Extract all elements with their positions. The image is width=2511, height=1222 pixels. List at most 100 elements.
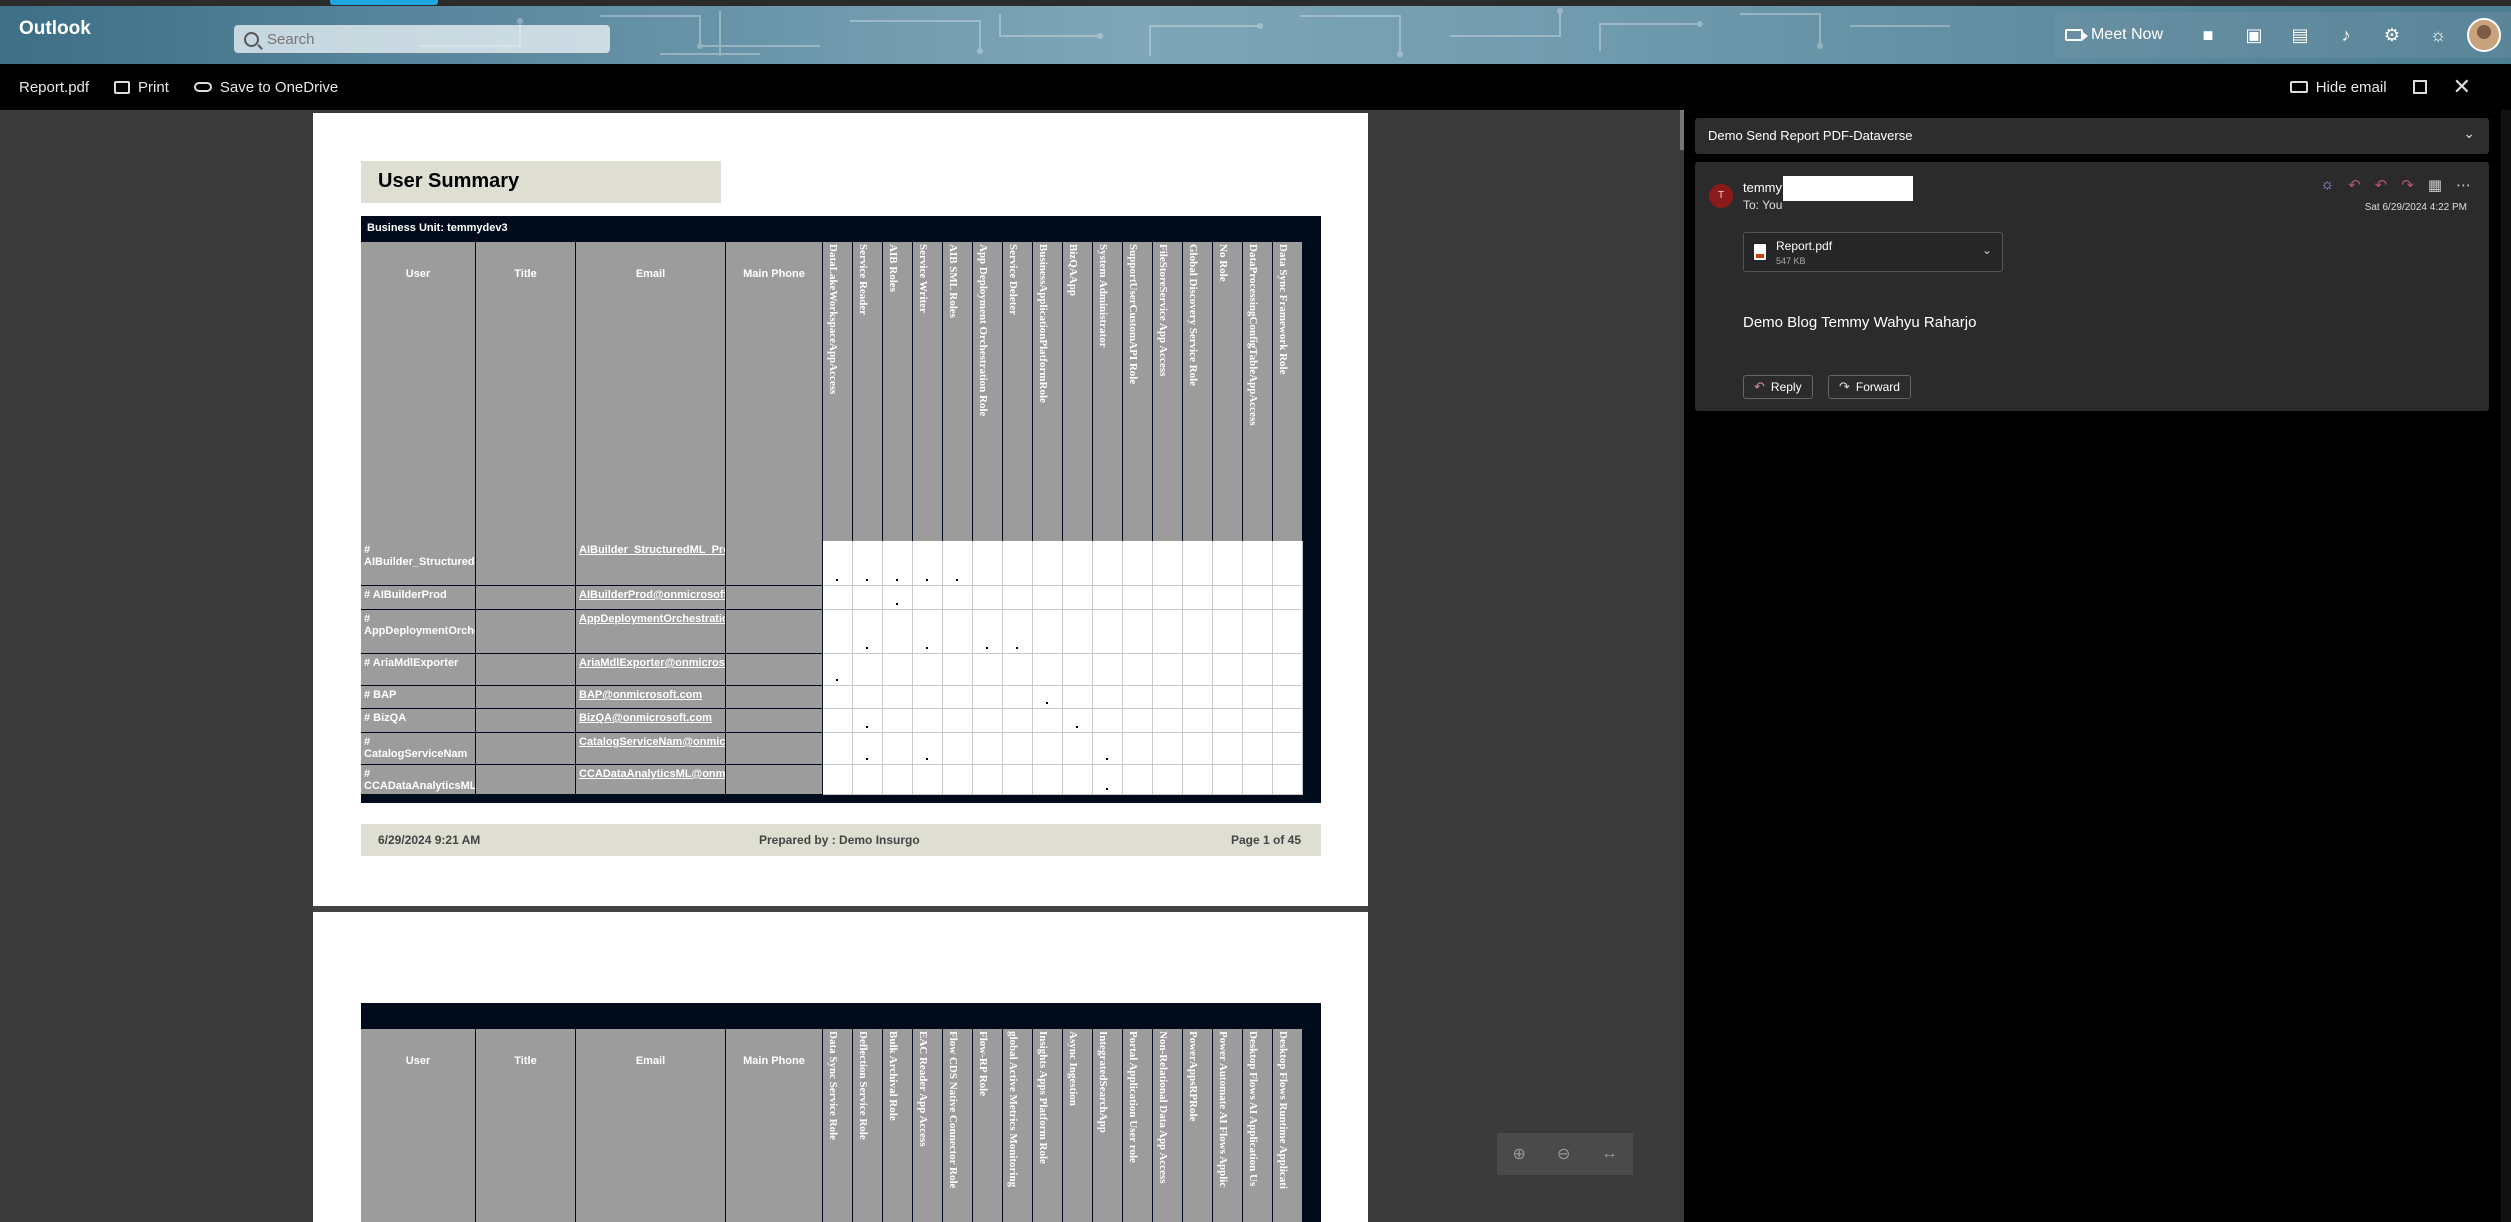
popout-icon[interactable] [2412,80,2427,94]
message-actions: ☼ ↶ ↶ ↷ ▦ ⋯ [2320,176,2471,194]
lightbulb-icon[interactable]: ☼ [2427,24,2449,46]
user-avatar[interactable] [2467,18,2501,52]
role-cell [853,610,883,654]
forward-icon[interactable]: ↷ [2401,176,2414,194]
role-assigned-marker [1076,726,1078,728]
role-column-header: Data Sync Framework Role [1273,242,1303,541]
role-column-header: No Role [1213,242,1243,541]
role-cell [943,586,973,610]
role-header-label: Portal Application User role [1127,1031,1139,1163]
role-header-label: Flow CDS Native Connector Role [947,1031,959,1189]
role-header-label: AIB Roles [887,244,899,292]
role-cell [1003,541,1033,586]
report-title: User Summary [361,161,721,203]
word-icon[interactable]: ▣ [2243,24,2265,46]
chevron-down-icon[interactable]: ⌄ [2463,125,2475,142]
role-cell [943,765,973,795]
role-cell [1243,709,1273,733]
calendar-icon[interactable]: ▤ [2289,24,2311,46]
role-column-header: BizQAApp [1063,242,1093,541]
role-cell [1063,541,1093,586]
app-name[interactable]: Outlook [19,18,91,40]
zoom-in-icon[interactable]: ⊕ [1513,1144,1526,1164]
cell-email[interactable]: CatalogServiceNam@onmicrosoft.com [576,733,726,765]
cell-email[interactable]: BAP@onmicrosoft.com [576,686,726,709]
role-cell [1153,686,1183,709]
role-header-label: Desktop Flows AI Application Us [1247,1031,1259,1187]
role-cell [1213,541,1243,586]
role-cell [1273,654,1303,686]
role-cell [913,686,943,709]
role-cell [973,610,1003,654]
table-header-page-2: User Title Email Main Phone Data Sync Servic… [361,1029,1303,1222]
cell-phone [726,765,823,795]
cell-phone [726,541,823,586]
role-column-header: Desktop Flows Runtime Applicati [1273,1029,1303,1222]
teams-icon[interactable]: ■ [2197,24,2219,46]
cell-email[interactable]: AIBuilderProd@onmicrosoft.com [576,586,726,610]
sender-avatar[interactable]: T [1709,184,1733,208]
cell-email[interactable]: BizQA@onmicrosoft.com [576,709,726,733]
print-label: Print [138,78,169,96]
cell-email[interactable]: AriaMdlExporter@onmicrosoft.com [576,654,726,686]
role-cell [1213,765,1243,795]
cell-email[interactable]: CCADataAnalyticsML@onmicrosoft.com [576,765,726,795]
sun-icon[interactable]: ☼ [2320,176,2334,194]
role-header-label: PowerAppsRPRole [1187,1031,1199,1122]
role-cell [883,586,913,610]
role-cell [1093,733,1123,765]
chevron-down-icon[interactable]: ⌄ [1982,243,1992,257]
role-cell [1033,541,1063,586]
cell-email[interactable]: AppDeploymentOrchestration@onmicrosoft.c… [576,610,726,654]
reply-all-icon[interactable]: ↶ [2375,176,2388,194]
role-header-label: Service Writer [917,244,929,313]
sender-name[interactable]: temmy [1743,180,1782,195]
search-box[interactable] [234,25,610,53]
role-cell [1183,541,1213,586]
cell-phone [726,586,823,610]
role-cell [823,709,853,733]
role-cell [1003,610,1033,654]
hide-email-button[interactable]: Hide email [2289,78,2387,96]
role-cell [1273,686,1303,709]
cell-email[interactable]: AIBuilder_StructuredML_Prod_CDS@onmicros… [576,541,726,586]
gear-icon[interactable]: ⚙ [2381,24,2403,46]
attachment-card[interactable]: Report.pdf 547 KB ⌄ [1743,232,2003,272]
cell-phone [726,610,823,654]
role-cell [1063,686,1093,709]
role-column-header: Non-Relational Data App Access [1153,1029,1183,1222]
role-cell [913,541,943,586]
search-input[interactable] [267,30,567,48]
meet-now-button[interactable]: Meet Now [2064,26,2163,44]
role-header-label: IntegratedSearchApp [1097,1031,1109,1133]
reply-button[interactable]: ↶ Reply [1743,375,1813,399]
cell-title [476,765,576,795]
role-cell [1153,654,1183,686]
role-header-label: DataLakeWorkspaceAppAccess [827,244,839,395]
zoom-out-icon[interactable]: ⊖ [1557,1144,1570,1164]
hide-email-label: Hide email [2315,78,2387,96]
role-cell [853,654,883,686]
close-icon[interactable]: ✕ [2453,74,2471,100]
email-subject-bar[interactable]: Demo Send Report PDF-Dataverse ⌄ [1695,118,2489,154]
role-cell [1213,686,1243,709]
print-button[interactable]: Print [114,79,169,96]
apps-icon[interactable]: ▦ [2428,176,2442,194]
role-cell [1033,586,1063,610]
user-summary-table-continued: User Title Email Main Phone Data Sync Servic… [361,1003,1321,1222]
save-onedrive-label: Save to OneDrive [219,78,339,96]
reply-icon[interactable]: ↶ [2348,176,2361,194]
save-to-onedrive-button[interactable]: Save to OneDrive [193,78,339,96]
forward-button[interactable]: ↷ Forward [1828,375,1911,399]
window-scrollbar[interactable] [2501,110,2511,1222]
role-cell [853,765,883,795]
fit-page-icon[interactable]: ↔ [1601,1145,1617,1163]
role-column-header: Flow CDS Native Connector Role [943,1029,973,1222]
active-tab-indicator[interactable] [330,0,438,5]
bell-icon[interactable]: ♪ [2335,24,2357,46]
more-icon[interactable]: ⋯ [2456,176,2471,194]
role-cell [913,654,943,686]
pdf-viewer[interactable]: User Summary Business Unit: temmydev3 Us… [0,110,1684,1222]
role-header-label: Global Discovery Service Role [1187,244,1199,387]
footer-date: 6/29/2024 9:21 AM [378,833,481,847]
